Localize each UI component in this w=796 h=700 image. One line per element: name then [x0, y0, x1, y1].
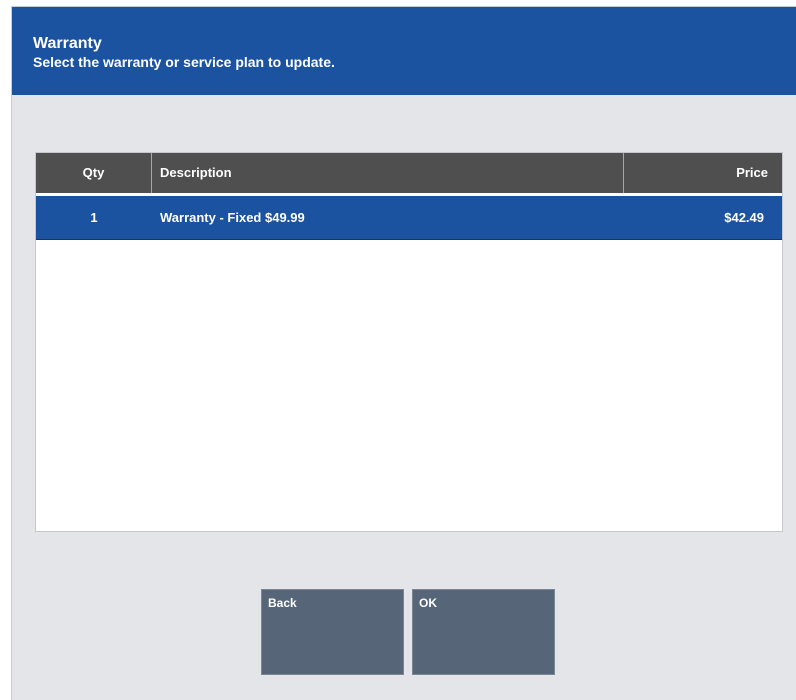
- row-qty: 1: [90, 210, 98, 225]
- row-description: Warranty - Fixed $49.99: [160, 210, 305, 225]
- ok-button[interactable]: OK: [412, 589, 555, 675]
- page: Warranty Select the warranty or service …: [0, 0, 796, 700]
- back-button-label: Back: [268, 596, 297, 610]
- header-bar: Warranty Select the warranty or service …: [12, 7, 796, 95]
- ok-button-label: OK: [419, 596, 437, 610]
- warranty-table: Qty Description Price 1 Warranty - Fixed…: [35, 152, 783, 532]
- column-header-description[interactable]: Description: [152, 153, 624, 193]
- back-button[interactable]: Back: [261, 589, 404, 675]
- table-header: Qty Description Price: [36, 153, 782, 193]
- column-header-qty[interactable]: Qty: [36, 153, 152, 193]
- page-instructions: Select the warranty or service plan to u…: [33, 54, 335, 70]
- column-header-price[interactable]: Price: [624, 153, 782, 193]
- page-title: Warranty: [33, 35, 102, 52]
- table-row[interactable]: 1 Warranty - Fixed $49.99 $42.49: [36, 196, 782, 239]
- row-price: $42.49: [724, 210, 764, 225]
- warranty-screen: Warranty Select the warranty or service …: [11, 6, 796, 700]
